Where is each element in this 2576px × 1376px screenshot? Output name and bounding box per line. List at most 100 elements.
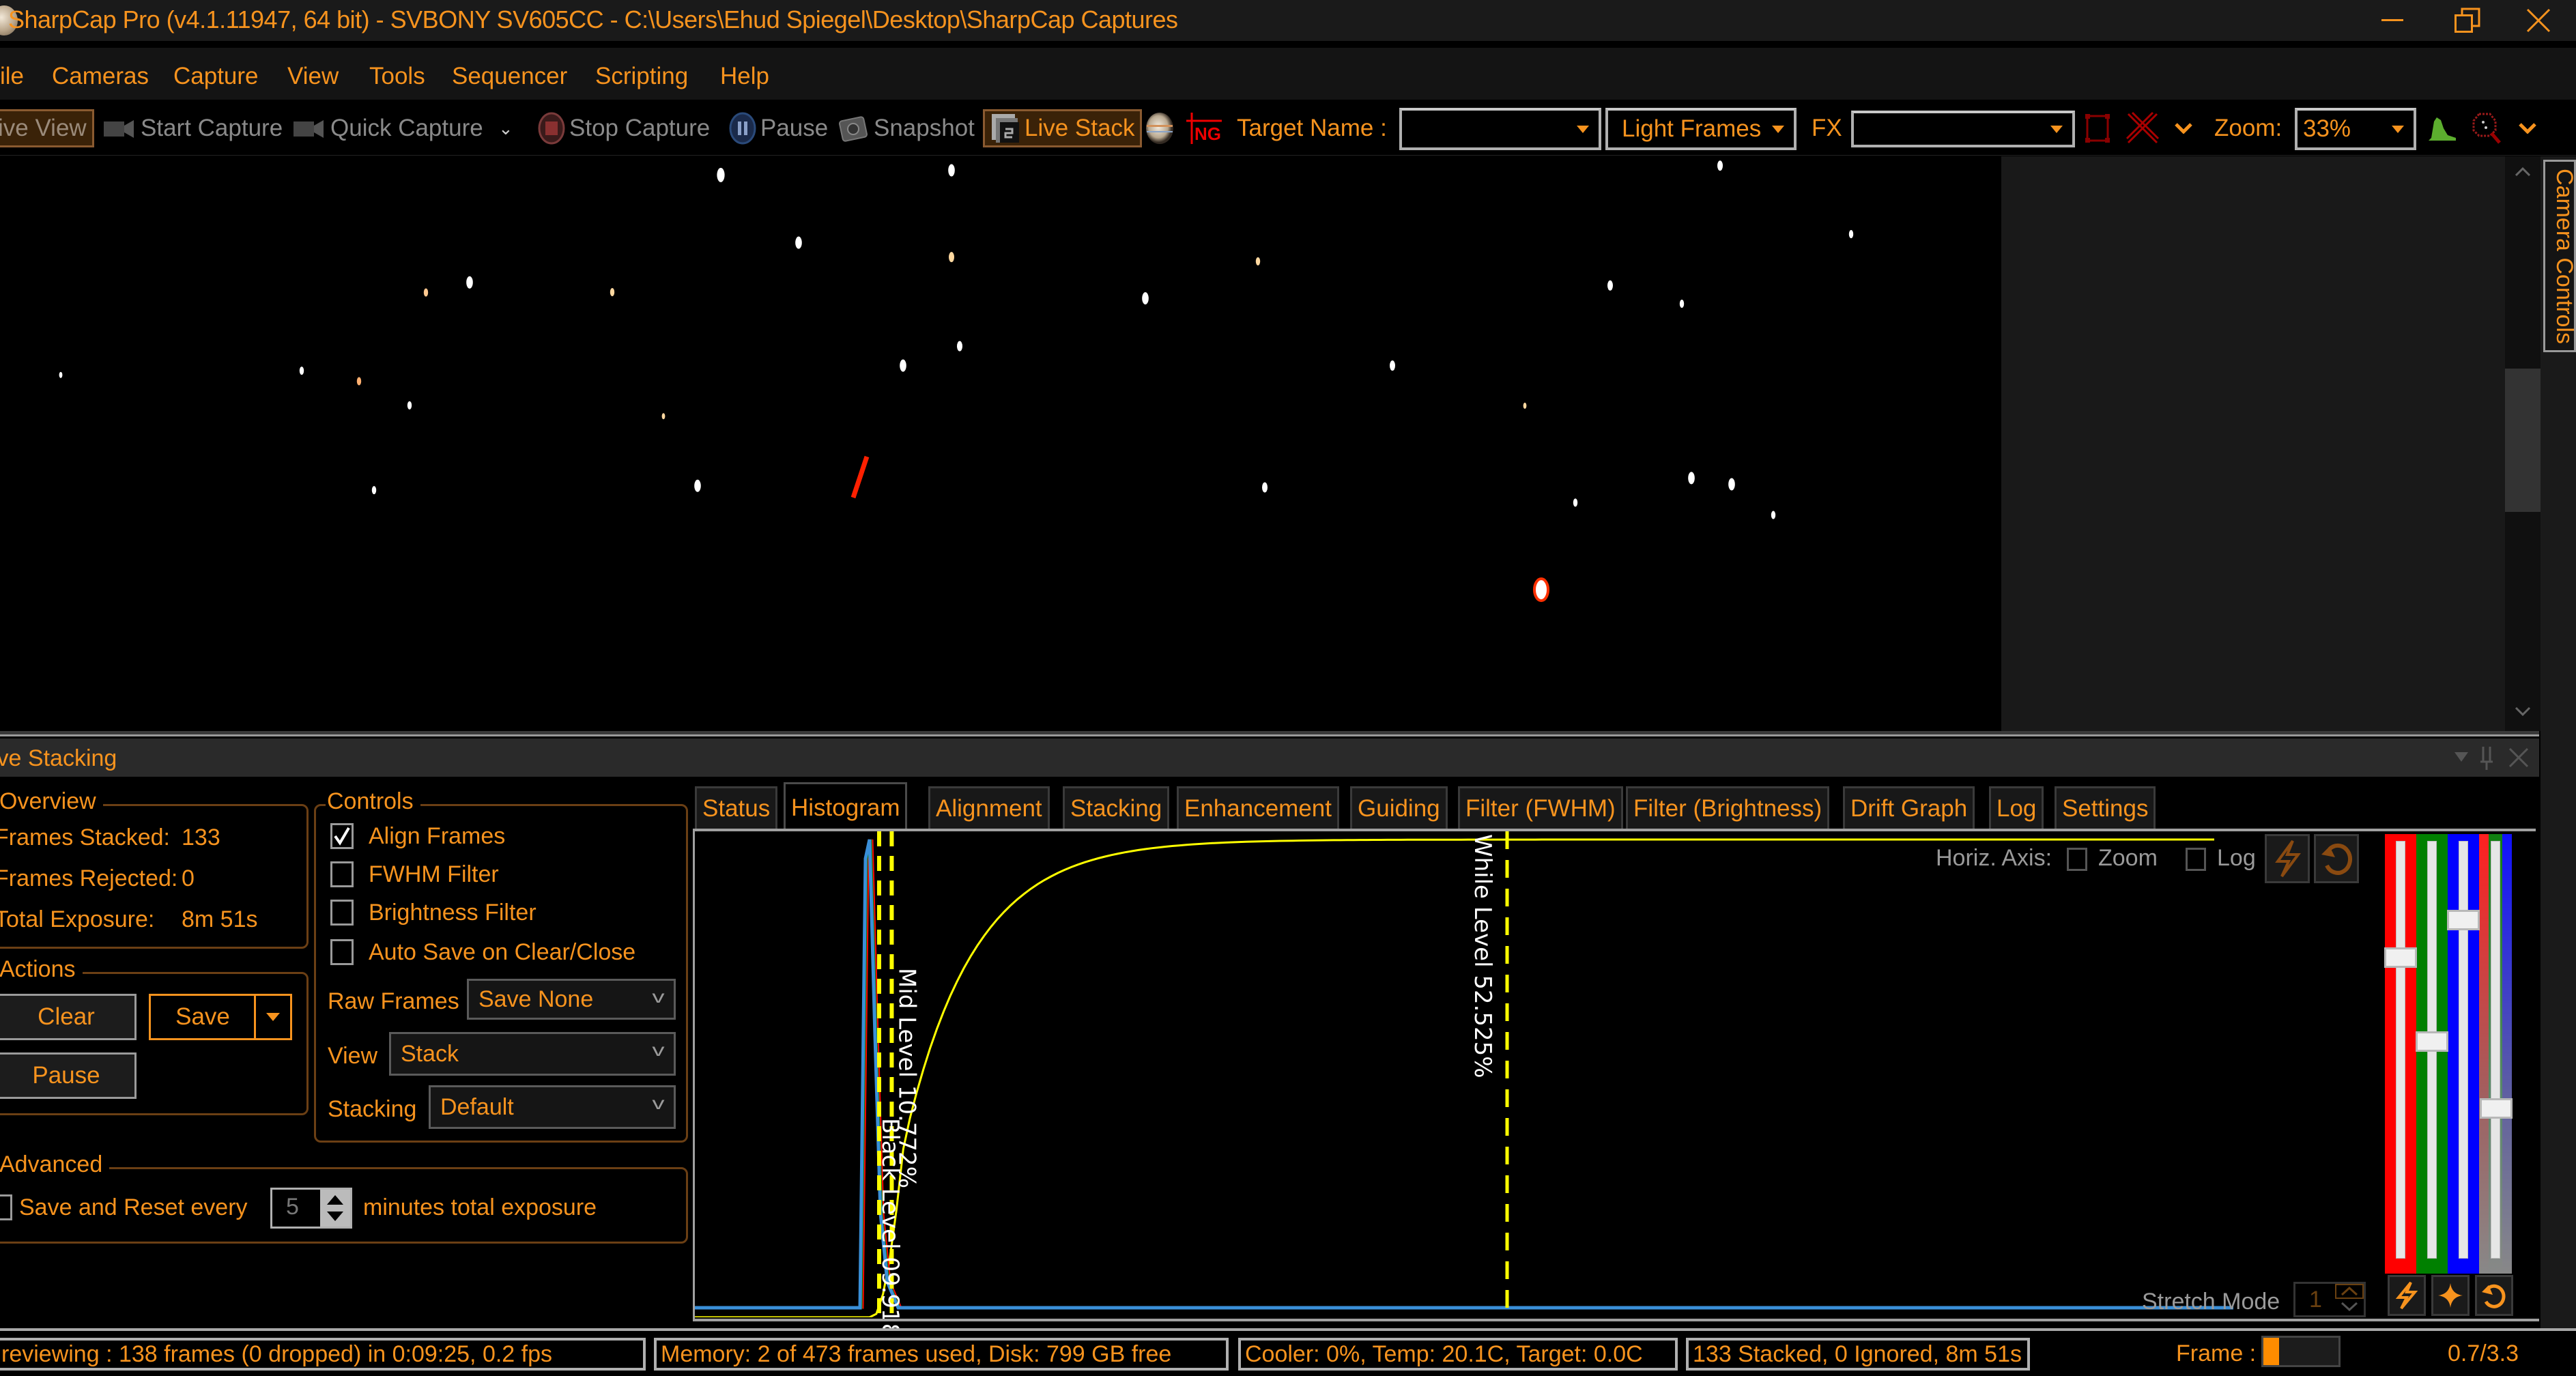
reset-balance-button[interactable] <box>2475 1275 2513 1316</box>
new-target-button[interactable]: NG <box>1186 109 1225 147</box>
menu-file[interactable]: ile <box>0 63 24 90</box>
view-label: View <box>328 1043 378 1069</box>
tab-filter-fwhm[interactable]: Filter (FWHM) <box>1458 786 1623 829</box>
luminance-slider-track[interactable] <box>2491 841 2500 1259</box>
tab-alignment[interactable]: Alignment <box>928 786 1050 829</box>
luminance-slider-thumb[interactable] <box>2480 1098 2513 1119</box>
panel-splitter[interactable] <box>0 731 2539 736</box>
menu-sequencer[interactable]: Sequencer <box>452 63 567 90</box>
tab-histogram[interactable]: Histogram <box>784 782 908 831</box>
camera-image-view[interactable] <box>0 156 2001 731</box>
focus-assist-button[interactable] <box>2470 109 2501 147</box>
bright-star <box>1533 577 1549 602</box>
horiz-zoom-checkbox[interactable] <box>2067 848 2087 871</box>
advanced-legend: Advanced <box>0 1151 110 1178</box>
raw-frames-select[interactable]: Save None v <box>467 979 676 1020</box>
stacking-select[interactable]: Default v <box>429 1085 676 1129</box>
menu-tools[interactable]: Tools <box>369 63 425 90</box>
pause-button[interactable]: Pause <box>728 109 828 147</box>
horiz-log-checkbox[interactable] <box>2186 848 2206 871</box>
scroll-down-icon[interactable] <box>2515 706 2531 717</box>
save-reset-label: Save and Reset every <box>19 1194 248 1220</box>
frame-label: Frame : <box>2176 1341 2257 1366</box>
tab-settings[interactable]: Settings <box>2055 786 2156 829</box>
focus-assist-dropdown[interactable] <box>2519 109 2536 147</box>
save-button[interactable]: Save <box>149 994 257 1040</box>
reticule-button[interactable] <box>2126 109 2160 147</box>
clear-button[interactable]: Clear <box>0 994 137 1040</box>
stretch-mode-label: Stretch Mode <box>2142 1289 2280 1315</box>
auto-stretch-button[interactable] <box>2265 834 2310 883</box>
star-balance-button[interactable] <box>2431 1275 2470 1316</box>
scroll-up-icon[interactable] <box>2515 166 2531 177</box>
view-select[interactable]: Stack v <box>389 1032 676 1076</box>
quick-capture-dropdown[interactable]: ⌄ <box>498 109 513 147</box>
reset-stretch-button[interactable] <box>2314 834 2359 883</box>
reticule-dropdown[interactable] <box>2175 109 2192 147</box>
tab-filter-brightness[interactable]: Filter (Brightness) <box>1626 786 1830 829</box>
minimize-button[interactable] <box>2355 0 2430 41</box>
save-label: Save <box>175 1003 230 1030</box>
menu-help[interactable]: Help <box>720 63 769 90</box>
tab-stacking[interactable]: Stacking <box>1063 786 1170 829</box>
red-slider-track[interactable] <box>2396 841 2405 1259</box>
scrollbar-thumb[interactable] <box>2505 369 2541 512</box>
tab-guiding[interactable]: Guiding <box>1350 786 1448 829</box>
pause-stack-label: Pause <box>32 1062 100 1089</box>
target-name-combo[interactable] <box>1399 108 1601 150</box>
frames-stacked-value: 133 <box>182 825 220 850</box>
menu-scripting[interactable]: Scripting <box>595 63 688 90</box>
live-view-button[interactable]: ive View <box>0 109 94 147</box>
stretch-mode-spinner[interactable]: 1 <box>2293 1282 2366 1317</box>
tab-enhancement[interactable]: Enhancement <box>1177 786 1339 829</box>
title-bar: SharpCap Pro (v4.1.11947, 64 bit) - SVBO… <box>0 0 2576 41</box>
start-capture-button[interactable]: Start Capture <box>102 109 283 147</box>
minutes-spinner[interactable]: 5 <box>270 1188 352 1229</box>
save-reset-checkbox[interactable] <box>0 1194 12 1220</box>
total-exposure-label: Total Exposure: <box>0 906 155 932</box>
stacking-value: Default <box>440 1093 514 1120</box>
auto-save-checkbox[interactable] <box>330 939 354 965</box>
tab-status[interactable]: Status <box>695 786 778 829</box>
spin-up-down-icon <box>327 1195 343 1221</box>
panel-close-icon[interactable] <box>2508 747 2530 769</box>
tab-log[interactable]: Log <box>1989 786 2044 829</box>
close-button[interactable] <box>2501 0 2576 41</box>
brightness-filter-label: Brightness Filter <box>369 900 536 926</box>
frame-type-combo[interactable]: Light Frames <box>1605 108 1797 150</box>
fwhm-filter-label: FWHM Filter <box>369 861 499 887</box>
histogram-button[interactable] <box>2427 109 2457 147</box>
fwhm-filter-checkbox[interactable] <box>330 861 354 887</box>
restore-button[interactable] <box>2430 0 2505 41</box>
stop-capture-button[interactable]: Stop Capture <box>536 109 710 147</box>
stretch-mode-value: 1 <box>2309 1287 2322 1313</box>
menu-view[interactable]: View <box>287 63 339 90</box>
roi-button[interactable] <box>2085 109 2110 147</box>
pin-icon[interactable] <box>2479 745 2494 771</box>
planetary-button[interactable] <box>1144 109 1175 147</box>
histogram-chart[interactable]: Mid Level 10.772% Black Level 09.918% Wh… <box>695 831 2385 1360</box>
green-slider-thumb[interactable] <box>2416 1031 2448 1052</box>
spinner-arrows[interactable] <box>320 1190 350 1227</box>
live-stack-button[interactable]: Live Stack <box>983 109 1143 147</box>
panel-menu-icon[interactable] <box>2453 751 2470 763</box>
red-slider-thumb[interactable] <box>2384 947 2417 969</box>
camera-controls-tab[interactable]: Camera Controls <box>2543 160 2576 352</box>
align-frames-checkbox[interactable] <box>330 823 354 849</box>
star <box>661 413 666 420</box>
star <box>795 236 802 249</box>
quick-capture-button[interactable]: Quick Capture <box>292 109 483 147</box>
zoom-combo[interactable]: 33% <box>2295 108 2416 150</box>
menu-capture[interactable]: Capture <box>173 63 259 90</box>
save-options-button[interactable] <box>254 994 292 1040</box>
tab-drift-graph[interactable]: Drift Graph <box>1843 786 1975 829</box>
auto-balance-button[interactable] <box>2388 1275 2426 1316</box>
fx-combo[interactable] <box>1851 111 2075 147</box>
snapshot-button[interactable]: Snapshot <box>838 109 975 147</box>
blue-slider-thumb[interactable] <box>2447 910 2480 931</box>
brightness-filter-checkbox[interactable] <box>330 900 354 926</box>
blue-slider-track[interactable] <box>2459 841 2468 1259</box>
pause-stack-button[interactable]: Pause <box>0 1052 137 1099</box>
menu-cameras[interactable]: Cameras <box>52 63 149 90</box>
chevron-down-icon: v <box>652 1093 665 1113</box>
